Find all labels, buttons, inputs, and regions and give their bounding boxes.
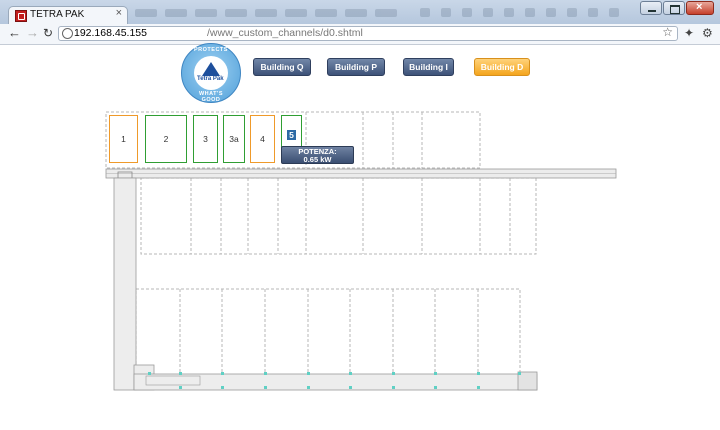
corridor-bottom	[133, 373, 538, 391]
room-3a[interactable]: 3a	[223, 115, 245, 163]
room-4[interactable]: 4	[250, 115, 275, 163]
power-tooltip: POTENZA: 0.65 kW	[281, 146, 354, 164]
room-5[interactable]: 5	[281, 115, 302, 150]
middle-block-outline	[140, 177, 537, 255]
room-label: 4	[260, 134, 265, 144]
floor-plan	[105, 111, 617, 391]
room-3[interactable]: 3	[193, 115, 218, 163]
room-label: 2	[163, 134, 169, 144]
room-label: 5	[287, 130, 296, 140]
room-2[interactable]: 2	[145, 115, 187, 163]
corridor-left	[113, 177, 137, 391]
room-label: 3a	[229, 134, 239, 144]
room-1[interactable]: 1	[109, 115, 138, 163]
tooltip-value: 0.65 kW	[303, 155, 332, 164]
room-label: 1	[121, 134, 126, 144]
room-label: 3	[203, 134, 208, 144]
lower-block-outline	[135, 288, 521, 376]
